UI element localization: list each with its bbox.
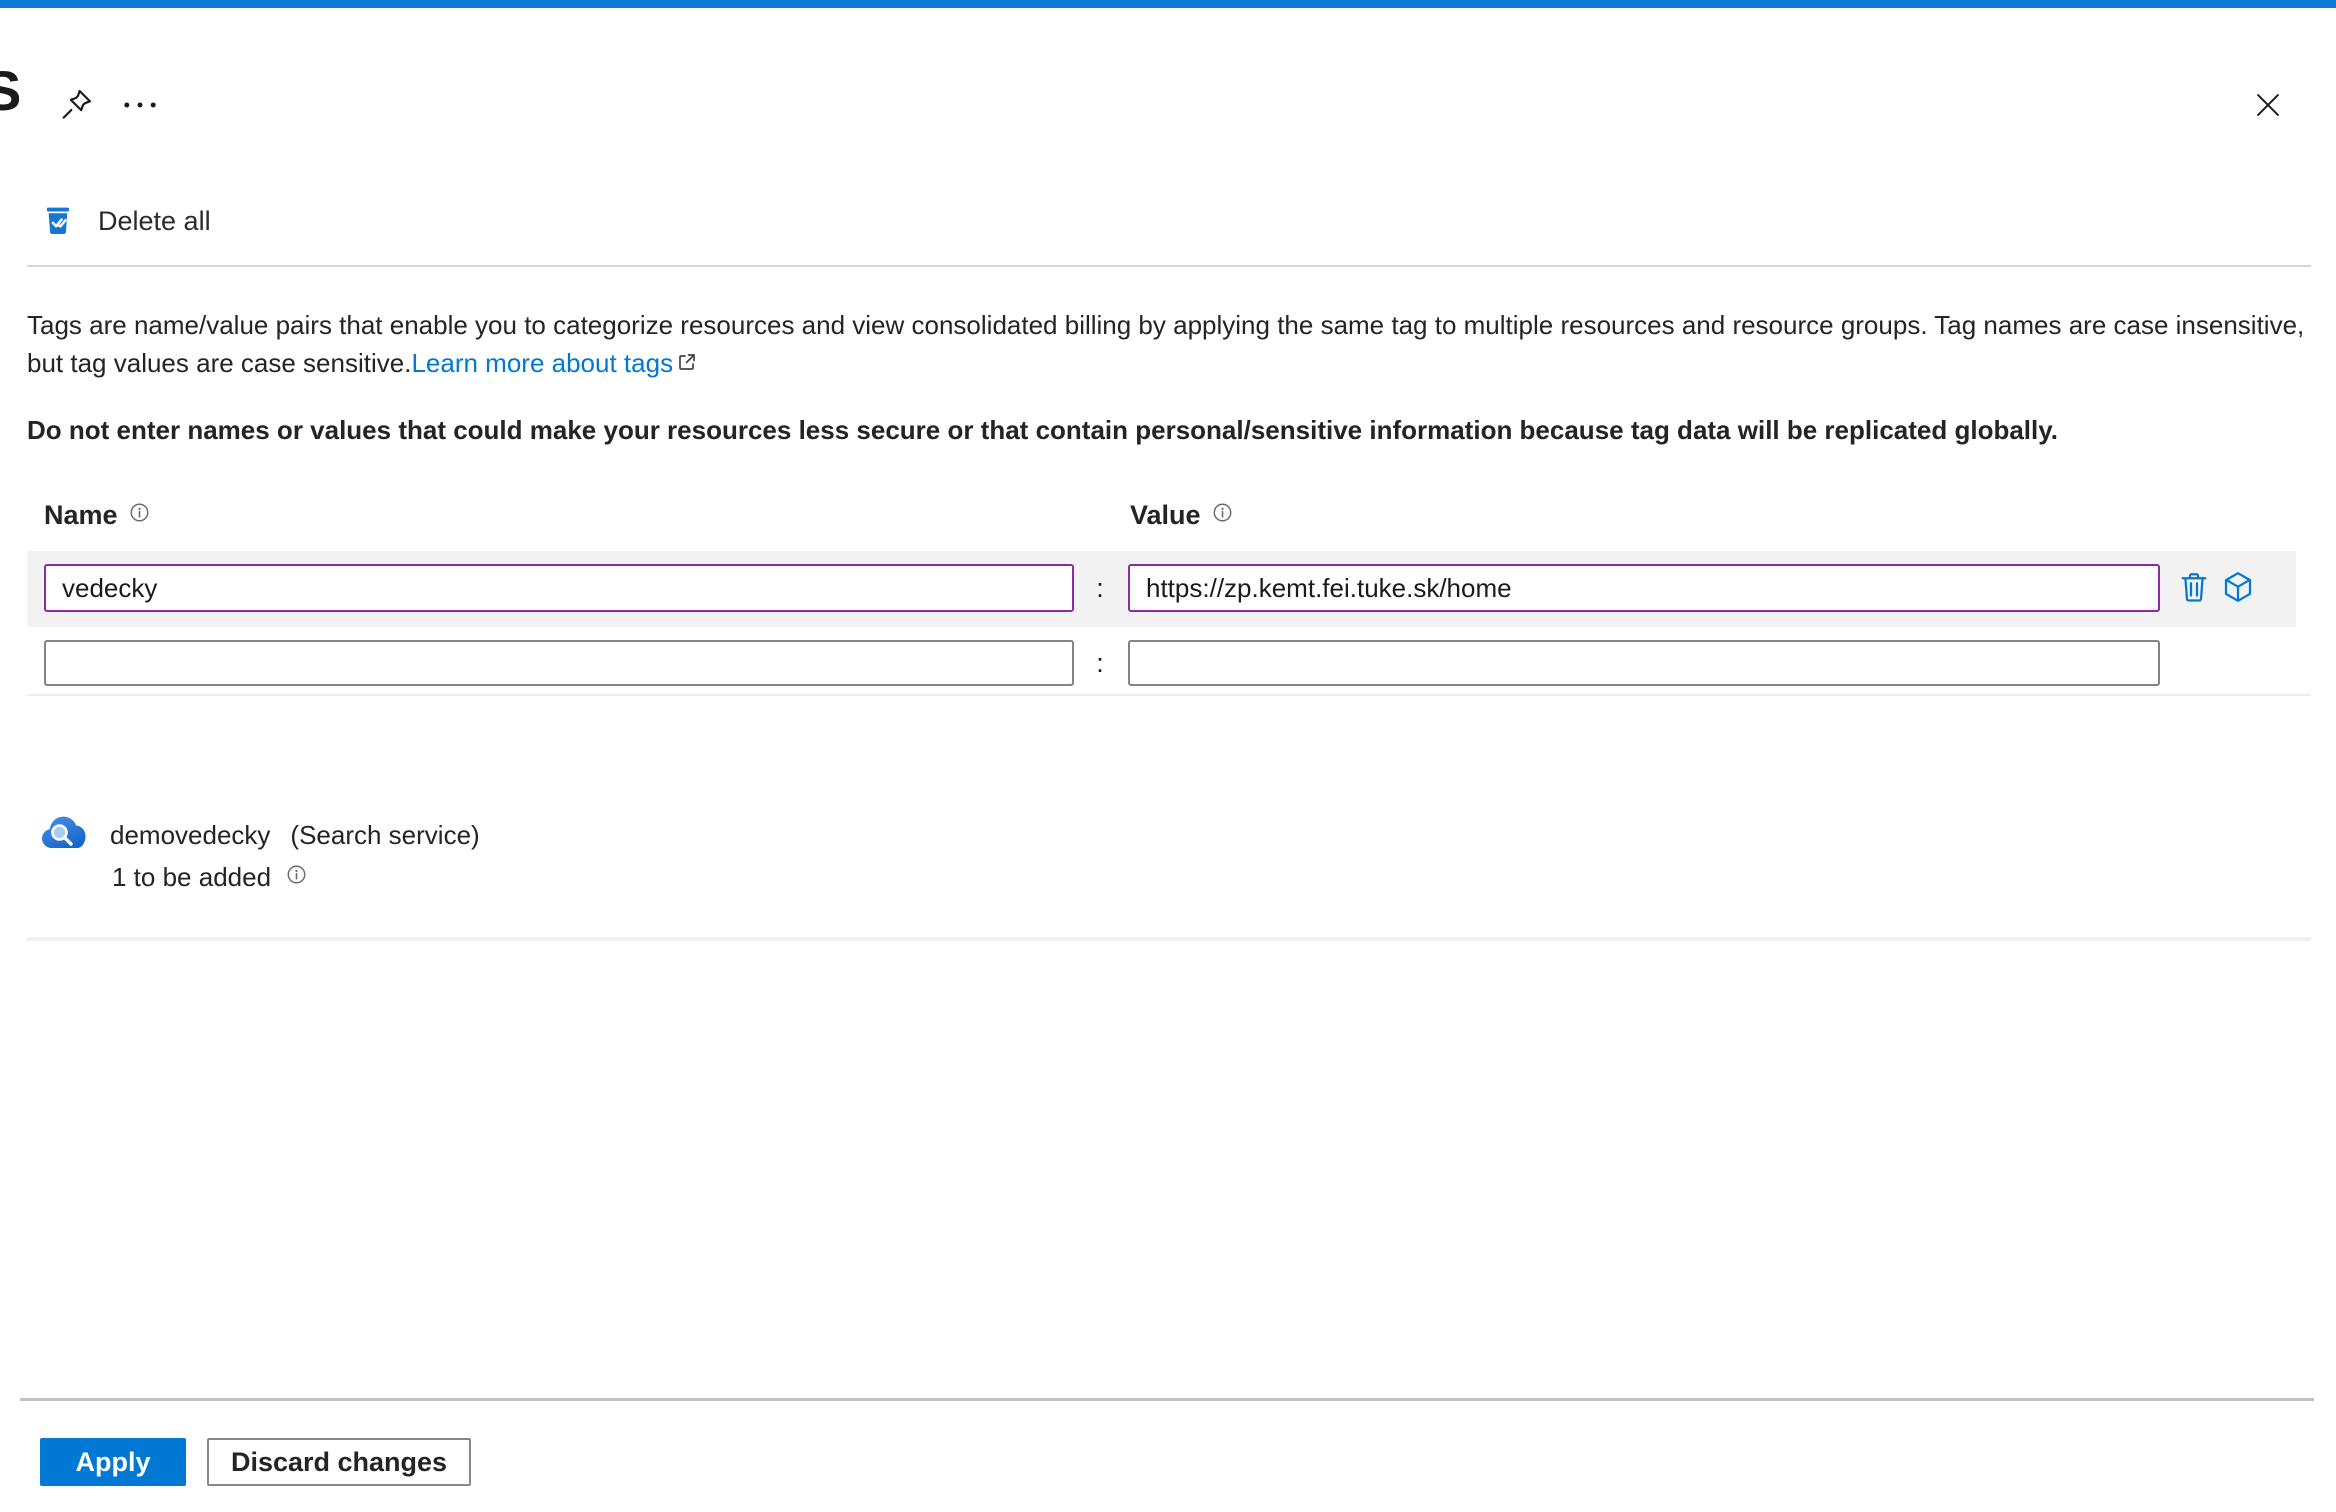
tags-description-text: Tags are name/value pairs that enable yo… <box>27 310 2305 378</box>
delete-all-command[interactable]: Delete all <box>40 198 211 244</box>
toolbar-divider <box>27 265 2311 267</box>
cube-icon <box>2220 569 2256 608</box>
info-icon[interactable] <box>1211 500 1234 531</box>
delete-tag-row-button[interactable] <box>2172 566 2216 610</box>
learn-more-link[interactable]: Learn more about tags <box>411 348 673 378</box>
apply-button[interactable]: Apply <box>40 1438 186 1486</box>
pushpin-icon <box>56 85 96 128</box>
name-value-separator: : <box>1096 648 1104 678</box>
footer-divider <box>20 1398 2314 1401</box>
name-column-header: Name <box>44 500 151 531</box>
name-value-separator: : <box>1096 573 1104 603</box>
info-icon[interactable] <box>128 500 151 531</box>
resource-row: demovedecky (Search service) <box>110 820 480 851</box>
sensitive-data-warning: Do not enter names or values that could … <box>27 415 2059 445</box>
resource-divider <box>27 937 2311 941</box>
tag-name-input-row1[interactable] <box>44 564 1074 612</box>
top-accent-bar <box>0 0 2336 8</box>
trash-icon <box>2176 569 2212 608</box>
pending-count-label: 1 to be added <box>112 862 272 892</box>
ellipsis-icon <box>118 85 162 128</box>
more-actions-button[interactable] <box>114 82 166 130</box>
delete-all-label: Delete all <box>98 205 211 236</box>
name-header-label: Name <box>44 500 118 530</box>
rows-divider <box>27 694 2311 696</box>
tag-value-input-row2[interactable] <box>1128 640 2160 686</box>
delete-all-icon <box>40 201 76 242</box>
value-column-header: Value <box>1130 500 1234 531</box>
resource-pending: 1 to be added <box>112 862 308 893</box>
tag-name-input-row2[interactable] <box>44 640 1074 686</box>
close-icon <box>2251 88 2285 125</box>
tags-description: Tags are name/value pairs that enable yo… <box>27 306 2321 384</box>
close-button[interactable] <box>2242 82 2294 130</box>
search-service-icon <box>38 810 88 858</box>
value-header-label: Value <box>1130 500 1201 530</box>
info-icon[interactable] <box>285 862 308 893</box>
pin-button[interactable] <box>52 82 100 130</box>
apply-to-resource-button[interactable] <box>2216 566 2260 610</box>
resource-type: (Search service) <box>290 820 480 850</box>
tags-pane: S Delete all Tags are name/value pairs t… <box>0 0 2336 1512</box>
resource-name: demovedecky <box>110 820 271 850</box>
page-title-partial: S <box>0 59 22 122</box>
tag-value-input-row1[interactable] <box>1128 564 2160 612</box>
external-link-icon <box>675 346 699 384</box>
discard-changes-button[interactable]: Discard changes <box>207 1438 471 1486</box>
